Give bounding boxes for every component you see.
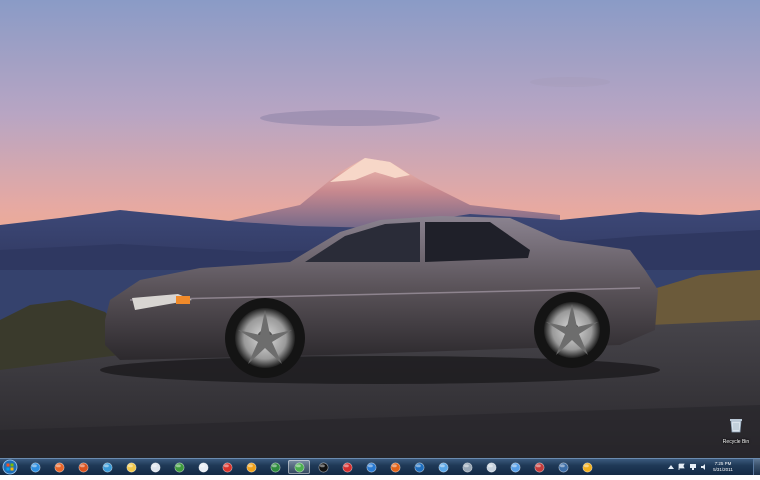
notification-area [667, 460, 708, 474]
taskbar-pinned-apps [24, 460, 598, 474]
internet-explorer-icon [30, 462, 40, 472]
settings-icon [462, 462, 472, 472]
taskbar-button-settings-18[interactable] [456, 460, 478, 474]
compass-icon [486, 462, 496, 472]
taskbar-button-media-player-9[interactable] [240, 460, 262, 474]
sphere-icon [510, 462, 520, 472]
document-icon [198, 462, 208, 472]
taskbar-button-mustache-12[interactable] [312, 460, 334, 474]
dreamweaver-icon [174, 462, 184, 472]
taskbar-button-stamp-21[interactable] [528, 460, 550, 474]
taskbar-button-compass-19[interactable] [480, 460, 502, 474]
mustache-icon [318, 462, 328, 472]
recycle-bin-label: Recycle Bin [722, 439, 750, 445]
taskbar-button-disc-22[interactable] [552, 460, 574, 474]
red-app-icon [342, 462, 352, 472]
photoshop-icon [414, 462, 424, 472]
media-player-icon [246, 462, 256, 472]
chrome-icon [294, 462, 304, 472]
taskbar-button-internet-explorer-0[interactable] [24, 460, 46, 474]
taskbar-button-sphere-20[interactable] [504, 460, 526, 474]
taskbar-button-folder-4[interactable] [120, 460, 142, 474]
arrow-up-icon [668, 465, 674, 469]
taskbar-button-firefox-1[interactable] [48, 460, 70, 474]
taskbar-button-document-7[interactable] [192, 460, 214, 474]
taskbar-button-chrome-3[interactable] [96, 460, 118, 474]
notepad-icon [150, 462, 160, 472]
start-button[interactable] [1, 459, 19, 475]
firefox-icon [54, 462, 64, 472]
taskbar-button-photoshop-16[interactable] [408, 460, 430, 474]
calendar-icon [222, 462, 232, 472]
disc-icon [558, 462, 568, 472]
folder-icon [126, 462, 136, 472]
taskbar: 7:25 PM 5/31/2011 [0, 458, 760, 475]
volume-icon [701, 464, 705, 470]
globe-icon [366, 462, 376, 472]
taskbar-button-red-app-13[interactable] [336, 460, 358, 474]
taskbar-button-sun-23[interactable] [576, 460, 598, 474]
firefox-icon [78, 462, 88, 472]
wallpaper-image [0, 0, 760, 458]
recycle-bin-shortcut[interactable]: Recycle Bin [716, 417, 756, 445]
system-clock[interactable]: 7:25 PM 5/31/2011 [710, 461, 736, 473]
taskbar-button-dreamweaver-6[interactable] [168, 460, 190, 474]
windows-start-orb-icon [2, 459, 18, 475]
safari-icon [438, 462, 448, 472]
taskbar-button-calendar-8[interactable] [216, 460, 238, 474]
network-icon [690, 464, 696, 470]
desktop: Recycle Bin [0, 0, 760, 458]
chrome-icon [102, 462, 112, 472]
taskbar-button-pumpkin-15[interactable] [384, 460, 406, 474]
taskbar-button-spreadsheet-10[interactable] [264, 460, 286, 474]
show-hidden-icons-button[interactable] [667, 463, 675, 471]
network-button[interactable] [689, 463, 697, 471]
taskbar-button-safari-17[interactable] [432, 460, 454, 474]
flag-icon [678, 463, 685, 470]
show-desktop-button[interactable] [753, 459, 760, 475]
volume-button[interactable] [700, 463, 708, 471]
stamp-icon [534, 462, 544, 472]
taskbar-button-firefox-2[interactable] [72, 460, 94, 474]
sun-icon [582, 462, 592, 472]
taskbar-button-chrome-11[interactable] [288, 460, 310, 474]
taskbar-button-notepad-5[interactable] [144, 460, 166, 474]
spreadsheet-icon [270, 462, 280, 472]
clock-date: 5/31/2011 [713, 467, 733, 472]
action-center-button[interactable] [678, 463, 686, 471]
taskbar-button-globe-14[interactable] [360, 460, 382, 474]
recycle-bin-icon [730, 419, 742, 433]
pumpkin-icon [390, 462, 400, 472]
